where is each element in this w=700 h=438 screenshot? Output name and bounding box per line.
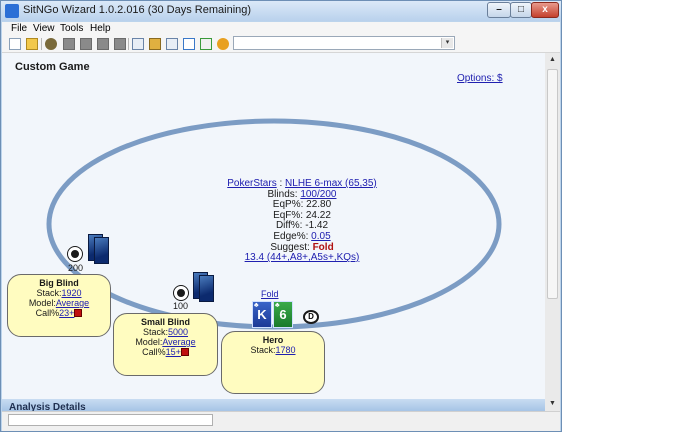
hand-info: PokerStars : NLHE 6-max (65,35) Blinds: … xyxy=(172,178,432,264)
card-back-icon xyxy=(199,275,214,302)
hero-card-king: ♣ K xyxy=(252,301,272,328)
window-title: SitNGo Wizard 1.0.2.016 (30 Days Remaini… xyxy=(23,4,252,16)
card-back-icon xyxy=(94,237,109,264)
call-range-link[interactable]: 23+ xyxy=(59,308,74,318)
site-link[interactable]: PokerStars xyxy=(227,178,276,189)
panel-title: Analysis Details xyxy=(9,402,86,411)
status-bar xyxy=(2,411,560,431)
chip-stack-icon xyxy=(173,285,189,301)
stack-link[interactable]: 1920 xyxy=(61,288,81,298)
seat-name: Small Blind xyxy=(140,317,190,327)
blinds-link[interactable]: 100/200 xyxy=(300,189,336,200)
disabled-tool-icon[interactable] xyxy=(114,38,126,50)
site-separator: : xyxy=(276,178,286,189)
game-select-dropdown[interactable]: ▾ xyxy=(233,36,455,50)
copy-icon[interactable] xyxy=(132,38,144,50)
disabled-tool-icon[interactable] xyxy=(80,38,92,50)
app-logo-icon xyxy=(5,4,19,18)
vertical-scrollbar[interactable]: ▲ ▼ xyxy=(545,53,560,411)
maximize-button[interactable]: □ xyxy=(510,2,532,18)
stack-label: Stack: xyxy=(250,345,276,355)
diff-label: Diff%: xyxy=(275,220,306,232)
eqf-value: 24.22 xyxy=(305,209,331,221)
close-button[interactable]: x xyxy=(531,2,559,18)
status-text-field xyxy=(8,414,213,426)
minimize-icon: – xyxy=(496,4,502,15)
club-suit-icon: ♣ xyxy=(254,302,259,309)
seat-small-blind[interactable]: Small Blind Stack:5000 Model:Average Cal… xyxy=(113,313,218,376)
maximize-icon: □ xyxy=(517,4,525,15)
suggest-value: Fold xyxy=(312,241,334,253)
stack-link[interactable]: 1780 xyxy=(275,345,295,355)
game-type-link[interactable]: NLHE 6-max (65,35) xyxy=(285,178,377,189)
hero-action-link[interactable]: Fold xyxy=(261,289,279,299)
model-link[interactable]: Average xyxy=(56,298,89,308)
new-file-icon[interactable] xyxy=(9,38,21,50)
eqf-label: EqF%: xyxy=(273,209,306,221)
menu-file[interactable]: File xyxy=(11,23,27,34)
toolbar-separator xyxy=(128,38,129,50)
seat-hero[interactable]: Hero Stack:1780 xyxy=(221,331,325,394)
toolbar: ▾ xyxy=(2,36,560,53)
menu-tools[interactable]: Tools xyxy=(60,23,83,34)
bet-amount: 200 xyxy=(68,263,84,273)
app-window: SitNGo Wizard 1.0.2.016 (30 Days Remaini… xyxy=(0,0,562,432)
call-label: Call% xyxy=(35,308,60,318)
dealer-button-icon: D xyxy=(303,310,319,324)
call-range-link[interactable]: 15+ xyxy=(166,347,181,357)
bet-amount: 100 xyxy=(173,301,189,311)
edge-link[interactable]: 0.05 xyxy=(311,231,330,242)
edit-check-icon[interactable] xyxy=(200,38,212,50)
stack-label: Stack: xyxy=(36,288,62,298)
game-view: Custom Game Options: $ PokerStars : NLHE… xyxy=(2,53,545,399)
close-icon: x xyxy=(542,4,548,15)
club-suit-icon: ♣ xyxy=(275,302,280,309)
hero-card-six: ♣ 6 xyxy=(273,301,293,328)
scrollbar-thumb[interactable] xyxy=(547,69,558,299)
chevron-down-icon[interactable]: ▾ xyxy=(441,38,453,48)
call-range-swatch[interactable] xyxy=(74,309,83,317)
wizard-icon[interactable] xyxy=(217,38,229,50)
analysis-details-header[interactable]: Analysis Details xyxy=(2,399,545,411)
stack-label: Stack: xyxy=(142,327,168,337)
blinds-label: Blinds: xyxy=(267,188,301,200)
settings-gear-icon[interactable] xyxy=(45,38,57,50)
menu-help[interactable]: Help xyxy=(90,23,111,34)
diff-value: -1.42 xyxy=(305,220,329,232)
open-folder-icon[interactable] xyxy=(26,38,38,50)
model-link[interactable]: Average xyxy=(162,337,195,347)
call-label: Call% xyxy=(142,347,166,357)
seat-big-blind[interactable]: Big Blind Stack:1920 Model:Average Call%… xyxy=(7,274,111,337)
menu-bar: File View Tools Help xyxy=(2,22,560,36)
eqp-label: EqP%: xyxy=(272,199,307,211)
toolbar-separator xyxy=(41,38,42,50)
model-label: Model: xyxy=(28,298,56,308)
eqp-value: 22.80 xyxy=(306,199,332,211)
title-bar[interactable]: SitNGo Wizard 1.0.2.016 (30 Days Remaini… xyxy=(1,1,561,21)
hand-history-icon[interactable] xyxy=(166,38,178,50)
model-label: Model: xyxy=(135,337,163,347)
scroll-up-arrow-icon[interactable]: ▲ xyxy=(545,53,560,67)
suggest-label: Suggest: xyxy=(270,241,313,253)
minimize-button[interactable]: – xyxy=(487,2,511,18)
seat-name: Big Blind xyxy=(39,278,79,288)
chart-icon[interactable] xyxy=(183,38,195,50)
paste-clipboard-icon[interactable] xyxy=(149,38,161,50)
call-range-swatch[interactable] xyxy=(180,348,189,356)
chip-stack-icon xyxy=(67,246,83,262)
disabled-tool-icon[interactable] xyxy=(63,38,75,50)
seat-name: Hero xyxy=(262,335,284,345)
scroll-down-arrow-icon[interactable]: ▼ xyxy=(545,397,560,411)
disabled-tool-icon[interactable] xyxy=(97,38,109,50)
menu-view[interactable]: View xyxy=(33,23,55,34)
range-link[interactable]: 13.4 (44+,A8+,A5s+,KQs) xyxy=(245,252,360,263)
stack-link[interactable]: 5000 xyxy=(168,327,188,337)
edge-label: Edge%: xyxy=(273,230,312,242)
